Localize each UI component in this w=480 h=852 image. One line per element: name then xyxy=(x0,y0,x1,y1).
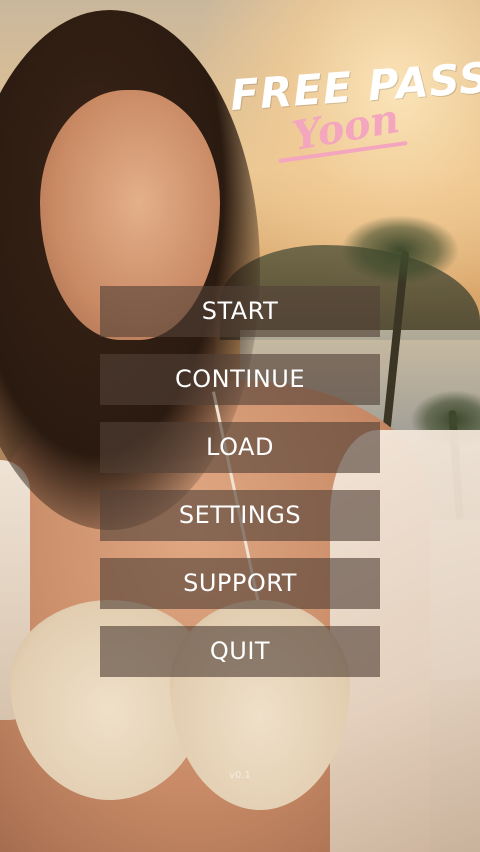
start-button[interactable]: START xyxy=(100,286,380,337)
title-screen: FREE PASS Yoon START CONTINUE LOAD SETTI… xyxy=(0,0,480,852)
continue-button[interactable]: CONTINUE xyxy=(100,354,380,405)
palm-crown xyxy=(340,215,460,285)
main-menu: START CONTINUE LOAD SETTINGS SUPPORT QUI… xyxy=(100,286,380,694)
game-logo: FREE PASS Yoon xyxy=(229,53,480,192)
support-button[interactable]: SUPPORT xyxy=(100,558,380,609)
settings-button[interactable]: SETTINGS xyxy=(100,490,380,541)
load-button[interactable]: LOAD xyxy=(100,422,380,473)
quit-button[interactable]: QUIT xyxy=(100,626,380,677)
version-label: v0.1 xyxy=(229,770,251,781)
